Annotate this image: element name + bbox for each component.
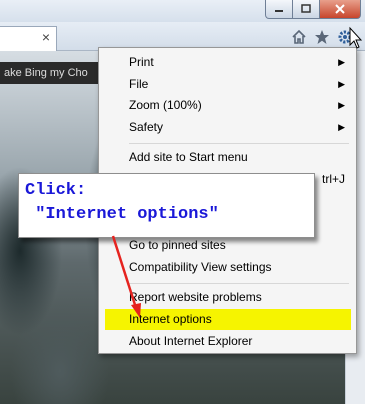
submenu-arrow-icon: ▶: [338, 100, 345, 110]
window-titlebar: [0, 0, 365, 22]
menu-item-safety[interactable]: Safety ▶: [105, 117, 351, 138]
menu-item-compat-view[interactable]: Compatibility View settings: [105, 257, 351, 278]
menu-item-report-problems[interactable]: Report website problems: [105, 287, 351, 308]
tab-close-button[interactable]: ×: [42, 29, 50, 45]
tools-button[interactable]: [336, 28, 354, 46]
maximize-icon: [301, 4, 311, 13]
favorites-star-icon: [315, 30, 329, 44]
menu-item-about-ie[interactable]: About Internet Explorer: [105, 331, 351, 352]
close-icon: [335, 4, 345, 14]
tools-gear-icon: [338, 30, 352, 44]
menu-item-add-site-start[interactable]: Add site to Start menu: [105, 147, 351, 168]
menu-separator: [129, 143, 349, 144]
callout-line-2: "Internet options": [25, 205, 219, 224]
browser-tab[interactable]: ×: [0, 26, 57, 51]
submenu-arrow-icon: ▶: [338, 79, 345, 89]
menu-item-internet-options[interactable]: Internet options: [105, 309, 351, 330]
close-button[interactable]: [320, 0, 361, 19]
menu-separator: [129, 283, 349, 284]
menu-item-zoom[interactable]: Zoom (100%) ▶: [105, 95, 351, 116]
minimize-icon: [275, 10, 283, 12]
submenu-arrow-icon: ▶: [338, 57, 345, 67]
menu-item-pinned-sites[interactable]: Go to pinned sites: [105, 235, 351, 256]
maximize-button[interactable]: [293, 0, 320, 19]
callout-line-1: Click:: [25, 181, 87, 200]
menu-item-file[interactable]: File ▶: [105, 74, 351, 95]
favorites-button[interactable]: [313, 28, 331, 46]
home-button[interactable]: [290, 28, 308, 46]
instruction-callout: Click: "Internet options": [18, 173, 315, 238]
page-link-strip: ake Bing my Cho: [0, 62, 104, 84]
window-controls: [265, 0, 361, 20]
home-icon: [292, 29, 306, 44]
submenu-arrow-icon: ▶: [338, 122, 345, 132]
minimize-button[interactable]: [265, 0, 293, 19]
menu-item-print[interactable]: Print ▶: [105, 52, 351, 73]
